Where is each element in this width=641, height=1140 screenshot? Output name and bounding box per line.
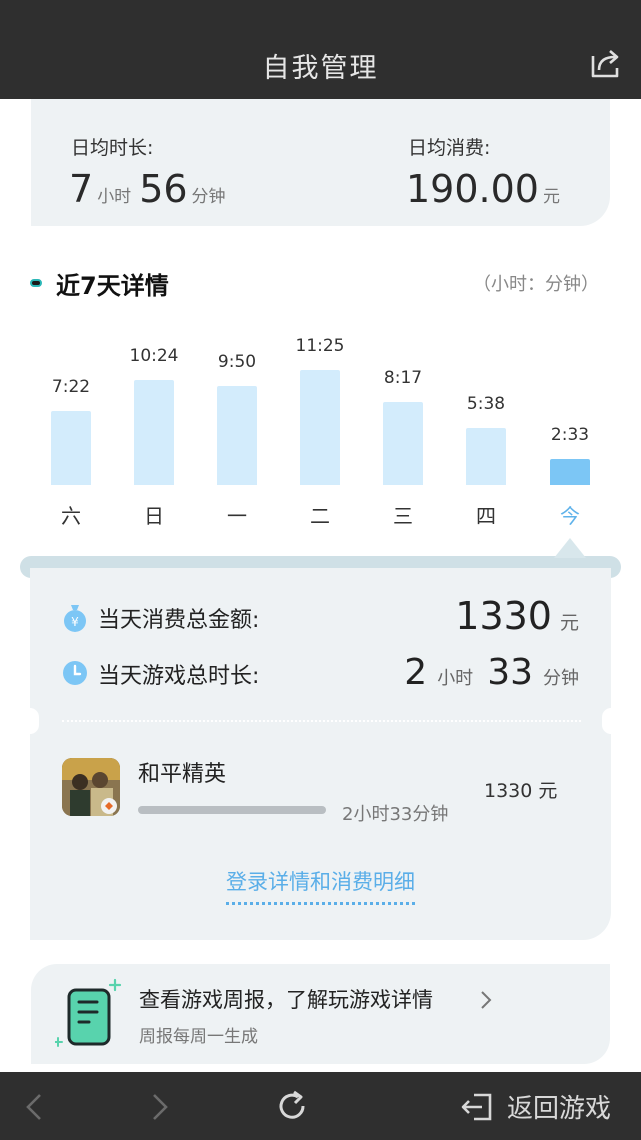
- weekly-title: 查看游戏周报，了解玩游戏详情: [139, 988, 433, 1012]
- time-label: 当天游戏总时长:: [98, 664, 260, 689]
- avg-time-minutes: 56: [139, 167, 188, 211]
- chart-bar[interactable]: [300, 370, 340, 485]
- back-icon[interactable]: [24, 1092, 44, 1122]
- time-hours-unit: 小时: [437, 668, 474, 689]
- share-icon[interactable]: [589, 46, 623, 80]
- chart-bar-value: 8:17: [383, 368, 423, 388]
- avg-time-minutes-unit: 分钟: [191, 187, 226, 207]
- clock-icon: [63, 661, 87, 685]
- avg-spend-unit: 元: [542, 187, 560, 207]
- game-duration: 2小时33分钟: [342, 804, 449, 825]
- spend-label: 当天消费总金额:: [98, 608, 260, 633]
- time-value: 2 小时 33 分钟: [404, 652, 579, 693]
- page-title: 自我管理: [262, 53, 379, 84]
- game-time-bar: [138, 806, 326, 814]
- chart-bar[interactable]: [466, 428, 506, 485]
- chart-bar[interactable]: [383, 402, 423, 485]
- refresh-icon[interactable]: [274, 1088, 310, 1124]
- chart-day-label[interactable]: 三: [373, 500, 433, 529]
- money-bag-icon: ¥: [64, 605, 86, 632]
- chart-day-label[interactable]: 一: [207, 500, 267, 529]
- spend-value: 1330 元: [455, 594, 579, 638]
- seven-day-chart: 7:22 六 10:24 日 9:50 一 11:25 二 8:17 三 5:38 四 2:33 今: [0, 330, 641, 530]
- avg-spend-label: 日均消费:: [408, 137, 491, 159]
- avg-spend-value: 190.00 元: [406, 167, 568, 211]
- chart-day-label[interactable]: 今: [540, 500, 600, 529]
- avg-time-label: 日均时长:: [71, 137, 154, 159]
- chart-bar[interactable]: [51, 411, 91, 485]
- spend-amount: 1330: [455, 594, 552, 638]
- avg-time-value: 7 小时 56 分钟: [69, 167, 234, 211]
- chart-day-label[interactable]: 二: [290, 500, 350, 529]
- time-minutes-unit: 分钟: [543, 668, 579, 689]
- chart-bar[interactable]: [134, 380, 174, 485]
- page: 自我管理 日均时长: 7 小时 56 分钟 日均消费: 190.00 元 近7天详情 （…: [0, 0, 641, 1140]
- game-icon: [62, 758, 120, 816]
- top-bar: 自我管理: [0, 0, 641, 99]
- time-hours: 2: [404, 652, 428, 693]
- weekly-report-card[interactable]: 查看游戏周报，了解玩游戏详情 周报每周一生成: [31, 964, 610, 1064]
- ticket-notch-left: [21, 708, 39, 734]
- chart-bar[interactable]: [550, 459, 590, 485]
- chart-bar-value: 5:38: [466, 394, 506, 414]
- section-bullet-icon: [30, 279, 42, 287]
- time-minutes: 33: [487, 652, 533, 693]
- spend-unit: 元: [559, 612, 579, 634]
- detail-pointer: [554, 538, 586, 558]
- bottom-bar: 返回游戏: [0, 1072, 641, 1140]
- login-spend-detail-link[interactable]: 登录详情和消费明细: [30, 866, 611, 905]
- chart-bar-value: 11:25: [295, 336, 345, 356]
- chart-bar-value: 7:22: [51, 377, 91, 397]
- day-detail-card: ¥ 当天消费总金额: 1330 元 当天游戏总时长: 2 小时 33 分钟 和平…: [21, 568, 620, 940]
- chevron-right-icon: [481, 991, 492, 1009]
- login-spend-detail-link-text[interactable]: 登录详情和消费明细: [226, 866, 415, 905]
- avg-time-hours: 7: [69, 167, 94, 211]
- forward-icon[interactable]: [150, 1092, 170, 1122]
- summary-card: 日均时长: 7 小时 56 分钟 日均消费: 190.00 元: [31, 99, 610, 226]
- weekly-report-icon: [55, 978, 122, 1047]
- return-game-icon[interactable]: [460, 1092, 494, 1122]
- chart-bar-value: 2:33: [550, 425, 590, 445]
- chart-bar[interactable]: [217, 386, 257, 485]
- chart-day-label[interactable]: 四: [456, 500, 516, 529]
- dotted-separator: [62, 720, 581, 722]
- return-game-button[interactable]: 返回游戏: [507, 1088, 611, 1125]
- weekly-subtitle: 周报每周一生成: [139, 1027, 258, 1047]
- section-title: 近7天详情: [56, 272, 169, 300]
- chart-bar-value: 10:24: [129, 346, 179, 366]
- section-unit-note: （小时：分钟）: [473, 274, 599, 295]
- chart-bar-value: 9:50: [217, 352, 257, 372]
- chart-day-label[interactable]: 日: [124, 500, 184, 529]
- game-amount: 1330 元: [484, 780, 558, 802]
- ticket-notch-right: [602, 708, 620, 734]
- game-name: 和平精英: [138, 762, 227, 787]
- chart-day-label[interactable]: 六: [41, 500, 101, 529]
- avg-time-hours-unit: 小时: [97, 187, 132, 207]
- svg-text:¥: ¥: [71, 615, 79, 629]
- avg-spend-amount: 190.00: [406, 167, 539, 211]
